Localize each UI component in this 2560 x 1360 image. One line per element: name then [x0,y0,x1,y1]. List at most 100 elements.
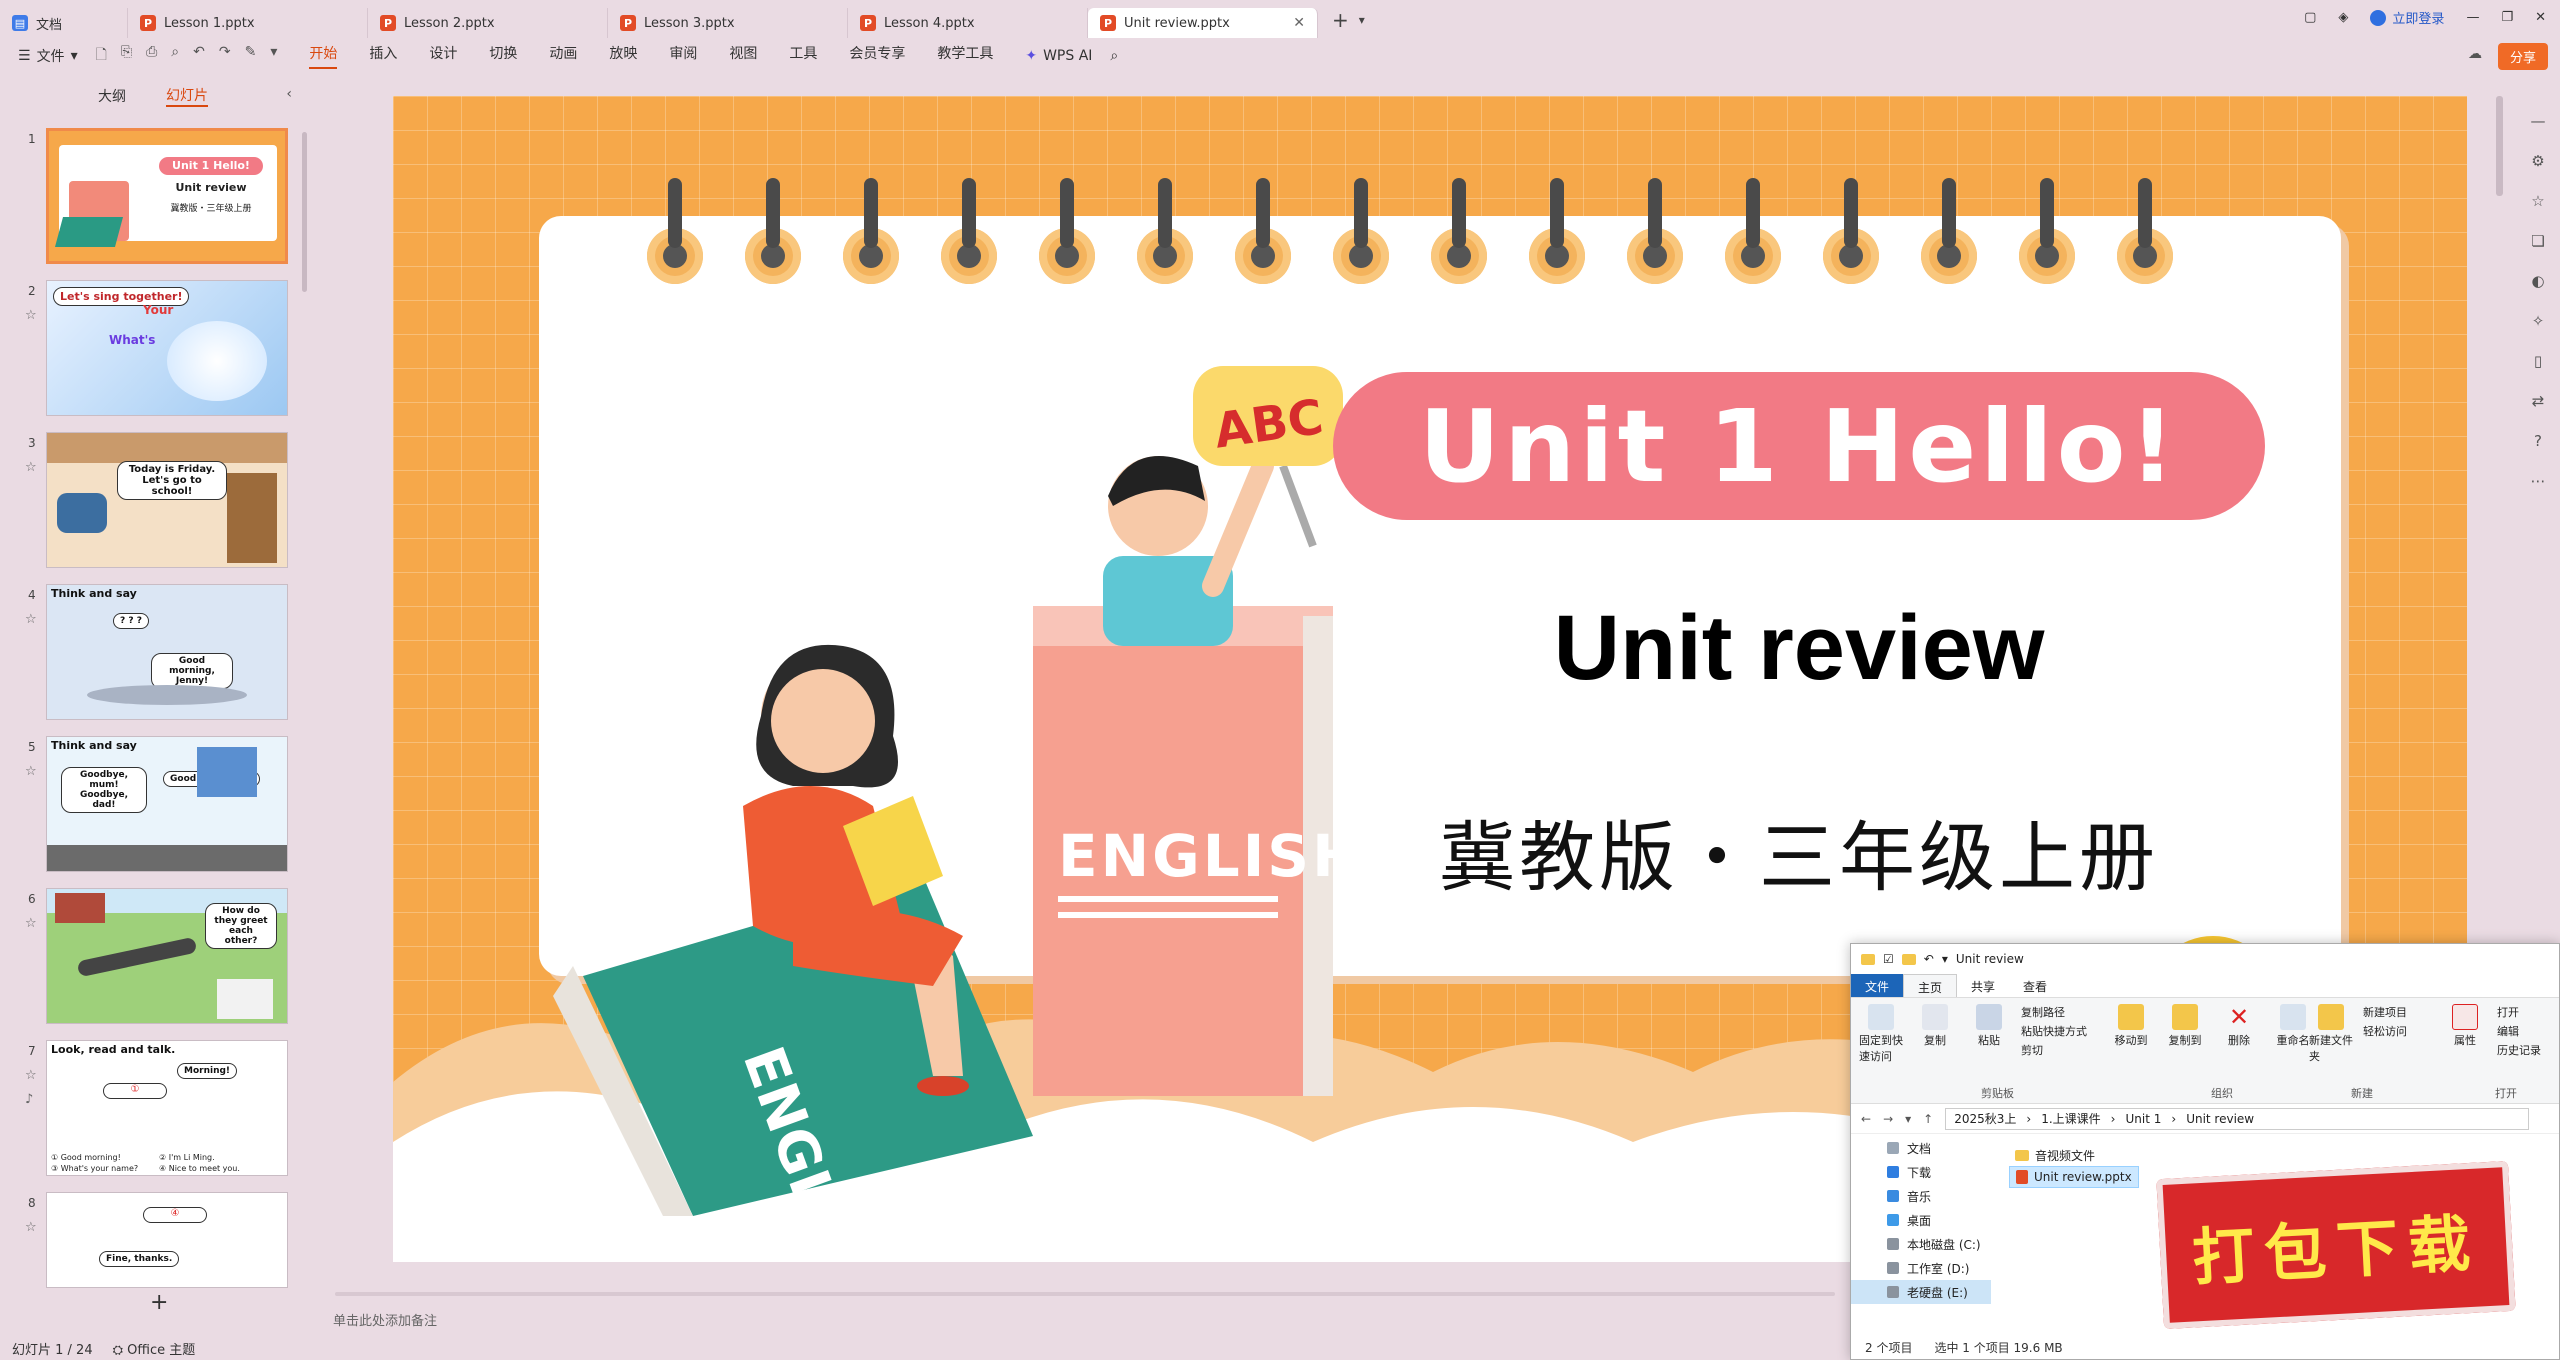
title-pill[interactable]: Unit 1 Hello! [1333,372,2265,520]
ribbon-tab-animation[interactable]: 动画 [549,43,577,69]
chevron-down-icon[interactable]: ▾ [270,44,277,68]
vertical-scrollbar[interactable] [2496,96,2503,196]
horizontal-scrollbar[interactable] [335,1292,1835,1296]
ribbon-tab-tools[interactable]: 工具 [789,43,817,69]
ribbon-tab-view[interactable]: 视图 [729,43,757,69]
chevron-down-icon[interactable]: ▾ [1905,1112,1911,1126]
file-menu[interactable]: ☰ 文件 ▾ [18,46,78,66]
tab-lesson2[interactable]: P Lesson 2.pptx [368,8,608,38]
nav-item-drive-d[interactable]: 工作室 (D:) [1851,1256,1991,1280]
nav-item-music[interactable]: 音乐 [1851,1184,1991,1208]
tab-outline[interactable]: 大纲 [98,86,126,106]
tab-documents[interactable]: ▤ 文档 [0,8,128,38]
explorer-tab-home[interactable]: 主页 [1903,974,1958,997]
ribbon-tab-design[interactable]: 设计 [429,43,457,69]
tab-lesson3[interactable]: P Lesson 3.pptx [608,8,848,38]
slide-thumbnail-4[interactable]: Think and say ? ? ? Good morning, Jenny! [46,584,288,720]
edit-button[interactable]: 编辑 [2497,1023,2541,1039]
star-icon[interactable]: ☆ [25,612,37,627]
new-tab-button[interactable]: + [1332,8,1349,32]
file-item-pptx[interactable]: Unit review.pptx [2009,1166,2139,1188]
copy-path-button[interactable]: 复制路径 [2021,1004,2087,1020]
ribbon-tab-member[interactable]: 会员专享 [849,43,905,69]
breadcrumb-segment[interactable]: Unit 1 [2125,1112,2161,1126]
audio-icon[interactable]: ♪ [25,1092,33,1107]
slide-publisher[interactable]: 冀教版・三年级上册 [1333,796,2265,906]
tab-lesson4[interactable]: P Lesson 4.pptx [848,8,1088,38]
forward-icon[interactable]: → [1883,1112,1893,1126]
slide-thumbnail-2[interactable]: Let's sing together! Your What's [46,280,288,416]
ribbon-tab-slideshow[interactable]: 放映 [609,43,637,69]
explorer-tab-file[interactable]: 文件 [1851,974,1904,997]
star-icon[interactable]: ☆ [25,764,37,779]
format-painter-icon[interactable]: ✎ [245,44,257,68]
star-icon[interactable]: ☆ [2531,192,2544,210]
history-button[interactable]: 历史记录 [2497,1042,2541,1058]
up-icon[interactable]: ↑ [1923,1112,1933,1126]
new-folder-button[interactable]: 新建文件夹 [2309,1004,2353,1064]
new-item-button[interactable]: 新建项目 [2363,1004,2407,1020]
print-icon[interactable]: ⎙ [146,44,157,68]
breadcrumb-segment[interactable]: 1.上课课件 [2041,1110,2100,1127]
copy-to-button[interactable]: 复制到 [2163,1004,2207,1048]
copy-button[interactable]: 复制 [1913,1004,1957,1064]
slide-thumbnail-5[interactable]: Think and say Goodbye, mum! Goodbye, dad… [46,736,288,872]
add-slide-button[interactable]: + [150,1290,168,1315]
star-icon[interactable]: ☆ [25,460,37,475]
restore-icon[interactable]: ❐ [2501,10,2513,25]
slide-thumbnail-3[interactable]: Today is Friday. Let's go to school! [46,432,288,568]
redo-icon[interactable]: ↷ [219,44,231,68]
star-icon[interactable]: ☆ [25,1068,37,1083]
paste-button[interactable]: 粘贴 [1967,1004,2011,1064]
more-icon[interactable]: ⋯ [2531,472,2546,490]
undo-icon[interactable]: ↶ [1924,952,1934,966]
design-icon[interactable]: ◐ [2531,272,2544,290]
explorer-tab-share[interactable]: 共享 [1957,974,2009,997]
slide-thumbnail-1[interactable]: Unit 1 Hello! Unit review 冀教版・三年级上册 [46,128,288,264]
preview-icon[interactable]: ⌕ [171,44,179,68]
slide-thumbnail-8[interactable]: ④ Fine, thanks. [46,1192,288,1288]
chevron-down-icon[interactable]: ▾ [1942,952,1948,966]
book-icon[interactable]: ▯ [2534,352,2542,370]
help-icon[interactable]: ? [2534,432,2542,450]
settings-sliders-icon[interactable]: ⚙ [2531,152,2544,170]
ribbon-tab-transition[interactable]: 切换 [489,43,517,69]
search-icon[interactable]: ⌕ [1110,48,1118,64]
open-icon[interactable]: ⎘ [121,44,132,68]
paste-shortcut-button[interactable]: 粘贴快捷方式 [2021,1023,2087,1039]
notes-placeholder[interactable]: 单击此处添加备注 [333,1310,437,1329]
nav-item-desktop[interactable]: 桌面 [1851,1208,1991,1232]
star-icon[interactable]: ☆ [25,916,37,931]
tab-slides[interactable]: 幻灯片 [166,85,208,107]
layers-icon[interactable]: ❏ [2531,232,2544,250]
window-close-icon[interactable]: ✕ [2535,10,2546,25]
cut-button[interactable]: 剪切 [2021,1042,2087,1058]
new-file-icon[interactable]: 🗋 [96,44,107,68]
ribbon-tab-insert[interactable]: 插入 [369,43,397,69]
chevron-down-icon[interactable]: ▾ [1359,13,1365,27]
nav-item-documents[interactable]: 文档 [1851,1136,1991,1160]
tab-unit-review[interactable]: P Unit review.pptx ✕ [1088,8,1318,38]
nav-item-drive-c[interactable]: 本地磁盘 (C:) [1851,1232,1991,1256]
star-icon[interactable]: ☆ [25,1220,37,1235]
translate-icon[interactable]: ⇄ [2532,392,2545,410]
panel-scrollbar[interactable] [302,132,307,292]
nav-item-drive-e[interactable]: 老硬盘 (E:) [1851,1280,1991,1304]
star-icon[interactable]: ☆ [25,308,37,323]
tablet-icon[interactable]: ▢ [2304,10,2316,25]
cloud-sync-icon[interactable]: ☁ [2468,46,2482,62]
slide-subtitle[interactable]: Unit review [1333,596,2265,701]
ribbon-tab-teaching[interactable]: 教学工具 [937,43,993,69]
theme-button[interactable]: ⛭ Office 主题 [113,1339,196,1358]
address-path[interactable]: 2025秋3上 › 1.上课课件 › Unit 1 › Unit review [1945,1107,2529,1130]
slide-thumbnail-6[interactable]: How do they greet each other? [46,888,288,1024]
close-icon[interactable]: ✕ [1293,15,1305,31]
delete-button[interactable]: ✕ 删除 [2217,1004,2261,1048]
check-icon[interactable]: ☑ [1883,952,1894,966]
open-button[interactable]: 打开 [2497,1004,2541,1020]
tab-lesson1[interactable]: P Lesson 1.pptx [128,8,368,38]
collapse-panel-icon[interactable]: ‹ [286,86,292,102]
breadcrumb-segment[interactable]: Unit review [2186,1112,2254,1126]
minimize-icon[interactable]: — [2466,10,2479,25]
move-to-button[interactable]: 移动到 [2109,1004,2153,1048]
